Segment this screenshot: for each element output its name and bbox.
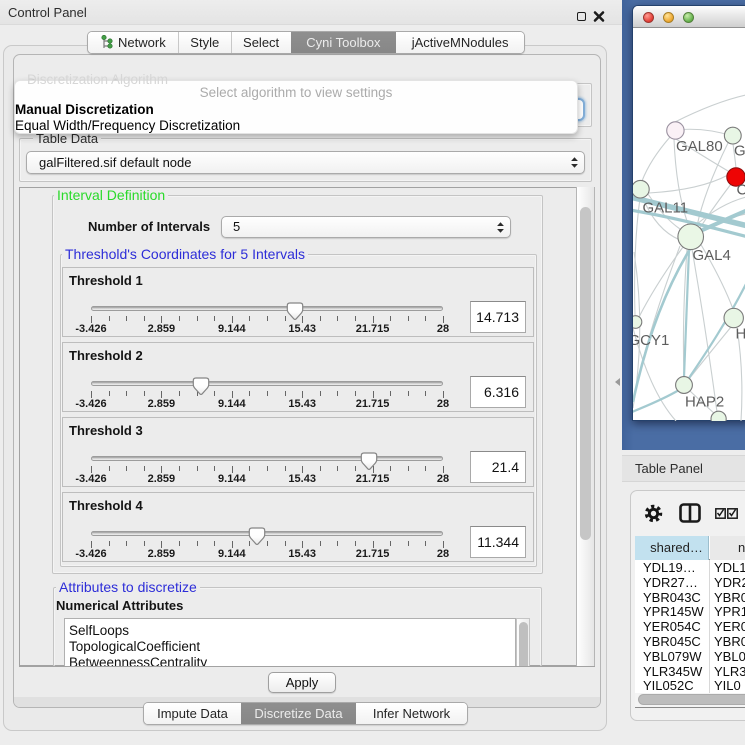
svg-text:CY: CY: [737, 182, 745, 199]
svg-text:H: H: [736, 326, 745, 343]
svg-text:GAL11: GAL11: [643, 199, 689, 216]
svg-text:GCY1: GCY1: [633, 332, 669, 349]
svg-text:GAL4: GAL4: [693, 247, 731, 264]
svg-text:GAL80: GAL80: [676, 138, 723, 155]
svg-text:HAP2: HAP2: [685, 394, 724, 411]
svg-text:GA: GA: [734, 143, 745, 160]
